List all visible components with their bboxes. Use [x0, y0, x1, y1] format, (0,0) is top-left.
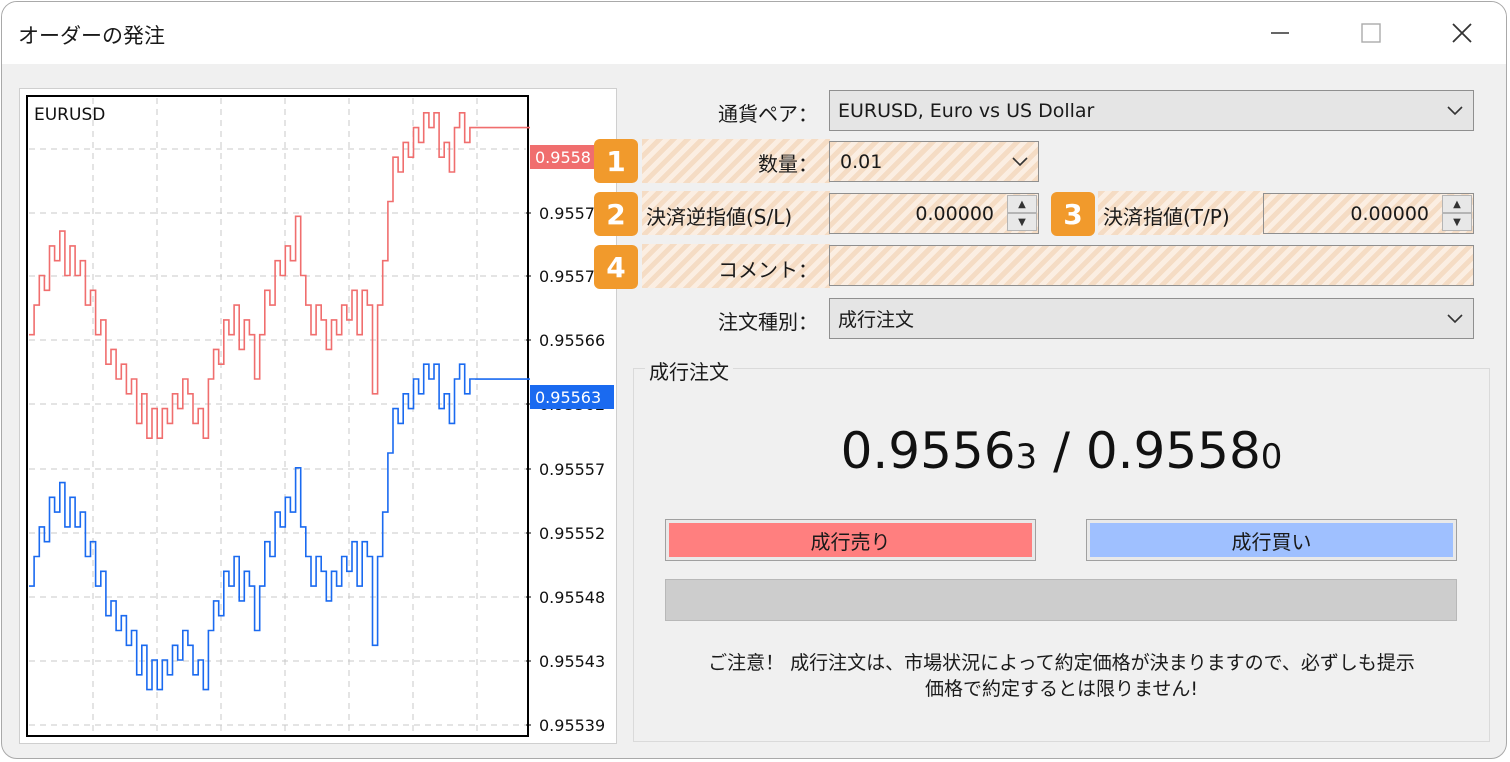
close-button[interactable] [1439, 12, 1485, 54]
y-axis-tick-label: 0.95543 [539, 652, 605, 671]
bid-price-pipette: 3 [1015, 437, 1038, 477]
volume-select[interactable]: 0.01 [829, 141, 1039, 182]
badge-4: 4 [594, 245, 638, 289]
maximize-icon [1361, 23, 1381, 43]
y-axis-tick-label: 0.95566 [539, 331, 605, 350]
tp-value: 0.00000 [1350, 202, 1429, 225]
badge-2: 2 [594, 192, 638, 236]
volume-value: 0.01 [840, 150, 883, 173]
symbol-select-value: EURUSD, Euro vs US Dollar [838, 99, 1095, 122]
bid-price-main: 0.9556 [840, 422, 1016, 480]
order-type-value: 成行注文 [838, 309, 915, 331]
notice-line-1: ご注意！ 成行注文は、市場状況によって約定価格が決まりますので、必ずしも提示 [708, 652, 1415, 674]
sl-label: 決済逆指値(S/L) [646, 205, 793, 229]
symbol-select[interactable]: EURUSD, Euro vs US Dollar [829, 90, 1474, 131]
order-dialog: オーダーの発注 EURUSD 0.9557 0.95571 0.95566 0.955… [1, 1, 1507, 759]
badge-3: 3 [1051, 192, 1095, 236]
title-bar: オーダーの発注 [2, 2, 1506, 64]
y-axis-tick-label: 0.95548 [539, 588, 605, 607]
order-type-select[interactable]: 成行注文 [829, 298, 1474, 339]
chevron-down-icon [1447, 314, 1463, 324]
chart-svg: EURUSD 0.95570.955710.955660.955620.9555… [26, 95, 614, 737]
close-icon [1452, 23, 1472, 43]
minimize-button[interactable] [1257, 12, 1303, 54]
comment-label: コメント： [718, 258, 818, 282]
y-axis-tick-label: 0.95552 [539, 524, 605, 543]
price-chart: EURUSD 0.95570.955710.955660.955620.9555… [19, 88, 617, 744]
tp-label: 決済指値(T/P) [1103, 205, 1230, 229]
bid-price-tag-text: 0.95563 [535, 388, 601, 407]
group-title: 成行注文 [645, 356, 733, 385]
order-type-label: 注文種別： [718, 310, 818, 334]
pair-label: 通貨ペア： [718, 102, 818, 126]
buy-button-label: 成行買い [1090, 523, 1453, 557]
plot-frame [26, 95, 529, 737]
spin-down-icon[interactable]: ▼ [1442, 213, 1472, 231]
sl-input[interactable]: 0.00000 ▲ ▼ [829, 193, 1039, 234]
y-axis-tick-label: 0.95557 [539, 460, 605, 479]
chevron-down-icon [1447, 106, 1463, 116]
notice-text: ご注意！ 成行注文は、市場状況によって約定価格が決まりますので、必ずしも提示 価… [633, 650, 1490, 702]
chevron-down-icon [1012, 157, 1028, 167]
spin-up-icon[interactable]: ▲ [1442, 195, 1472, 213]
ask-price-pipette: 0 [1260, 437, 1283, 477]
quote-display: 0.95563 / 0.95580 [633, 422, 1490, 480]
minimize-icon [1271, 32, 1289, 34]
notice-line-2: 価格で約定するとは限りません! [924, 678, 1199, 700]
y-axis-tick-label: 0.95539 [539, 716, 605, 735]
ask-price-tag-text: 0.9558 [535, 148, 591, 167]
sell-button-label: 成行売り [669, 523, 1032, 557]
status-bar [665, 579, 1457, 621]
sl-value: 0.00000 [915, 202, 994, 225]
tp-input[interactable]: 0.00000 ▲ ▼ [1263, 193, 1474, 234]
sell-by-market-button[interactable]: 成行売り [665, 519, 1036, 561]
maximize-button[interactable] [1348, 12, 1394, 54]
spin-up-icon[interactable]: ▲ [1007, 195, 1037, 213]
quote-separator: / [1037, 422, 1086, 480]
badge-1: 1 [594, 139, 638, 183]
comment-input[interactable] [829, 245, 1474, 286]
buy-by-market-button[interactable]: 成行買い [1086, 519, 1457, 561]
spin-down-icon[interactable]: ▼ [1007, 213, 1037, 231]
y-axis-tick-label: 0.9557 [539, 204, 595, 223]
chart-symbol: EURUSD [34, 105, 105, 125]
volume-label: 数量： [758, 152, 818, 176]
tp-spinner[interactable]: ▲ ▼ [1442, 195, 1472, 231]
window-title: オーダーの発注 [18, 24, 165, 48]
ask-price-main: 0.9558 [1085, 422, 1261, 480]
sl-spinner[interactable]: ▲ ▼ [1007, 195, 1037, 231]
